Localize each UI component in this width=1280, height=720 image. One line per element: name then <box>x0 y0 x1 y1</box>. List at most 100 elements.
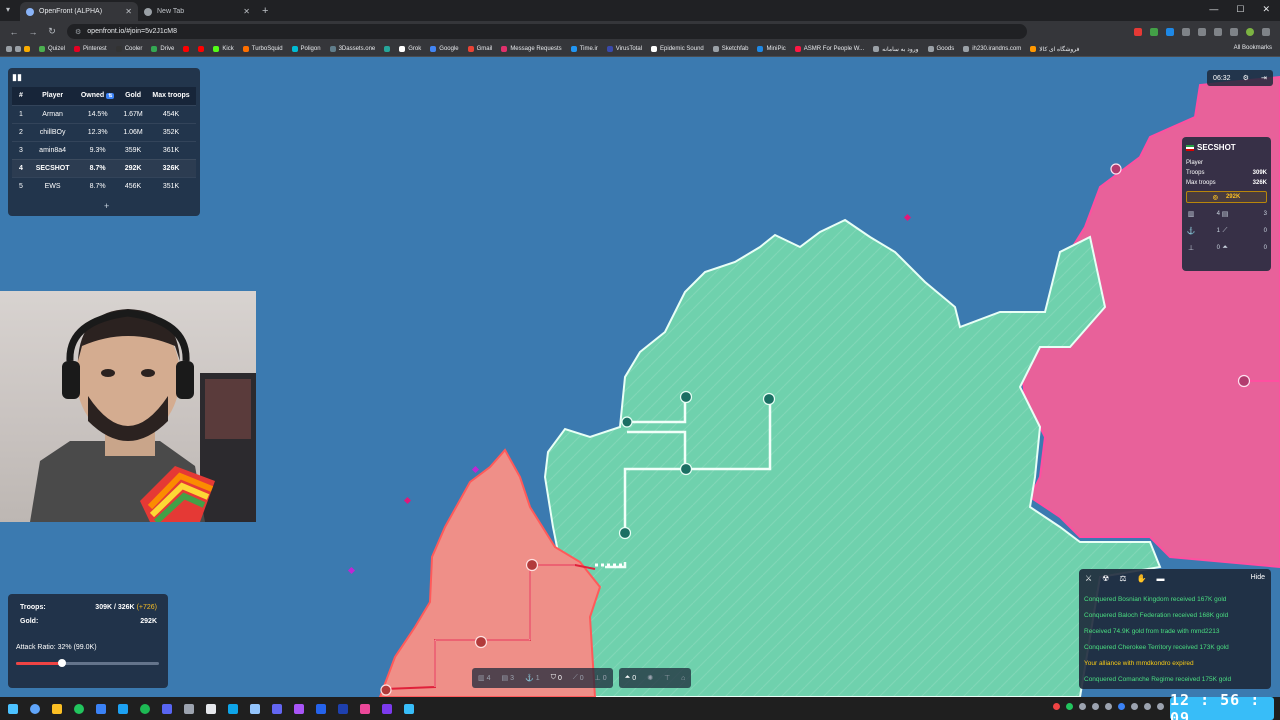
rider-icon[interactable] <box>360 703 370 714</box>
chrome-menu-icon[interactable] <box>1262 27 1270 36</box>
chat-filter-icon[interactable]: ▬ <box>1156 574 1164 583</box>
tray-icon[interactable] <box>1118 703 1125 710</box>
chrome-icon[interactable] <box>74 703 84 714</box>
site-info-icon[interactable]: ⚙ <box>75 28 81 36</box>
bookmark-item[interactable]: Goods <box>927 46 954 52</box>
trade-filter-icon[interactable]: ⚖ <box>1119 574 1126 583</box>
build-warship-button[interactable]: ⏶ 0 <box>625 674 637 682</box>
bookmark-item[interactable]: Kick <box>213 46 234 52</box>
maximize-icon[interactable]: ☐ <box>1236 4 1244 15</box>
bookmark-item[interactable]: Grok <box>399 46 421 52</box>
tray-icon[interactable] <box>1157 703 1164 710</box>
column-header-max-troops[interactable]: Max troops <box>146 87 196 105</box>
alliance-filter-icon[interactable]: ✋ <box>1137 574 1147 583</box>
tray-icon[interactable] <box>1131 703 1138 710</box>
extension-icon[interactable] <box>1150 27 1158 36</box>
enemy-city-icon[interactable] <box>380 684 392 696</box>
build-defense-post-button[interactable]: ⛉ 0 <box>551 674 562 682</box>
settings-gear-icon[interactable]: ⚙ <box>1243 74 1249 82</box>
back-arrow-icon[interactable]: ← <box>9 27 19 37</box>
bookmark-item[interactable]: Drive <box>151 46 174 52</box>
bookmark-item[interactable]: Poligon <box>291 46 321 52</box>
leaderboard-chart-icon[interactable]: ▮▮ <box>12 72 22 82</box>
obs-icon[interactable] <box>206 703 216 714</box>
mirv-button[interactable]: ⌂ <box>681 675 685 682</box>
bookmark-item[interactable] <box>183 46 190 52</box>
extension-icon[interactable] <box>1198 27 1206 36</box>
tray-icon[interactable] <box>1144 703 1151 710</box>
bookmark-item[interactable]: TurboSquid <box>242 46 283 52</box>
forward-arrow-icon[interactable]: → <box>28 27 38 37</box>
all-bookmarks-button[interactable]: All Bookmarks <box>1234 45 1272 51</box>
player-port-icon[interactable] <box>621 416 633 428</box>
minimize-icon[interactable]: — <box>1209 4 1218 15</box>
column-header-gold[interactable]: Gold <box>120 87 147 105</box>
build-city-button[interactable]: ▥ 4 <box>478 674 491 683</box>
expand-leaderboard-button[interactable]: + <box>104 201 109 211</box>
bookmark-apps-icon[interactable] <box>6 46 30 52</box>
url-input[interactable]: ⚙ openfront.io/#join=5v2J1cM8 <box>67 24 1027 39</box>
bookmark-item[interactable]: Epidemic Sound <box>651 46 704 52</box>
tab-new-tab[interactable]: New Tab ✕ <box>138 2 256 21</box>
vscode-icon[interactable] <box>118 703 128 714</box>
table-row[interactable]: 3 amin8a4 9.3% 359K 361K <box>12 140 196 159</box>
bookmark-item[interactable]: Time.ir <box>570 46 598 52</box>
build-factory-button[interactable]: ▤ 3 <box>502 674 515 683</box>
tray-icon[interactable] <box>1092 703 1099 710</box>
app-icon[interactable] <box>250 703 260 714</box>
table-row-current-player[interactable]: 4 SECSHOT 8.7% 292K 326K <box>12 158 196 177</box>
blender-icon[interactable] <box>338 703 348 714</box>
player-city-icon[interactable] <box>762 392 776 406</box>
bookmark-item[interactable] <box>198 46 205 52</box>
build-missile-silo-button[interactable]: ⟋ 0 <box>573 674 584 682</box>
bookmark-item[interactable] <box>384 46 391 52</box>
tab-search-icon[interactable]: ▾ <box>6 5 10 14</box>
bookmark-item[interactable]: Google <box>430 46 459 52</box>
start-menu-icon[interactable] <box>8 703 18 714</box>
hide-events-button[interactable]: Hide <box>1251 574 1265 583</box>
bookmark-item[interactable]: MiniPic <box>757 46 786 52</box>
hydrogen-bomb-button[interactable]: ⊤ <box>664 674 670 682</box>
player-city-icon[interactable] <box>618 526 632 540</box>
premiere-icon[interactable] <box>272 703 282 714</box>
extension-icon[interactable] <box>1134 27 1142 36</box>
bookmark-item[interactable]: VirusTotal <box>606 46 642 52</box>
extension-icon[interactable] <box>1214 27 1222 36</box>
build-port-button[interactable]: ⚓ 1 <box>525 674 540 683</box>
search-icon[interactable] <box>30 703 40 714</box>
bookmark-item[interactable]: Gmail <box>467 46 492 52</box>
close-window-icon[interactable]: ✕ <box>1262 4 1270 15</box>
nuke-filter-icon[interactable]: ☢ <box>1102 574 1109 583</box>
bookmark-item[interactable]: Sketchfab <box>712 46 748 52</box>
tab-openfront[interactable]: OpenFront (ALPHA) ✕ <box>20 2 138 21</box>
attack-filter-icon[interactable]: ⚔ <box>1085 574 1092 583</box>
tray-icon[interactable] <box>1066 703 1073 710</box>
app-icon[interactable] <box>404 703 414 714</box>
extension-icon[interactable] <box>1166 27 1174 36</box>
bookmark-item[interactable]: فروشگاه ای کالا <box>1030 46 1079 53</box>
sort-icon[interactable]: ⇅ <box>106 93 115 100</box>
bookmark-item[interactable]: ASMR For People W... <box>794 46 864 52</box>
player-factory-icon[interactable] <box>679 462 693 476</box>
photoshop-icon[interactable] <box>316 703 326 714</box>
table-row[interactable]: 1 Arman 14.5% 1.67M 454K <box>12 104 196 123</box>
file-explorer-icon[interactable] <box>52 703 62 714</box>
table-row[interactable]: 5 EWS 8.7% 456K 351K <box>12 176 196 195</box>
close-tab-icon[interactable]: ✕ <box>125 7 132 16</box>
bookmark-item[interactable]: ورود به سامانه <box>873 46 919 53</box>
bookmark-item[interactable]: 3Dassets.one <box>329 46 375 52</box>
bookmark-item[interactable]: Cooler <box>115 46 142 52</box>
enemy-factory-icon[interactable] <box>525 558 539 572</box>
table-row[interactable]: 2 chillBOy 12.3% 1.06M 352K <box>12 122 196 141</box>
enemy-city-icon[interactable] <box>474 635 488 649</box>
attack-ratio-slider[interactable] <box>16 659 159 667</box>
new-tab-plus-icon[interactable]: + <box>262 5 268 17</box>
telegram-icon[interactable] <box>96 703 106 714</box>
tray-icon[interactable] <box>1105 703 1112 710</box>
enemy-factory-icon[interactable] <box>1237 374 1251 388</box>
reload-icon[interactable]: ↻ <box>47 26 57 37</box>
atom-bomb-button[interactable]: ✺ <box>647 674 653 682</box>
steam-icon[interactable] <box>184 703 194 714</box>
tray-icon[interactable] <box>1053 703 1060 710</box>
column-header-owned[interactable]: Owned ⇅ <box>75 87 121 105</box>
